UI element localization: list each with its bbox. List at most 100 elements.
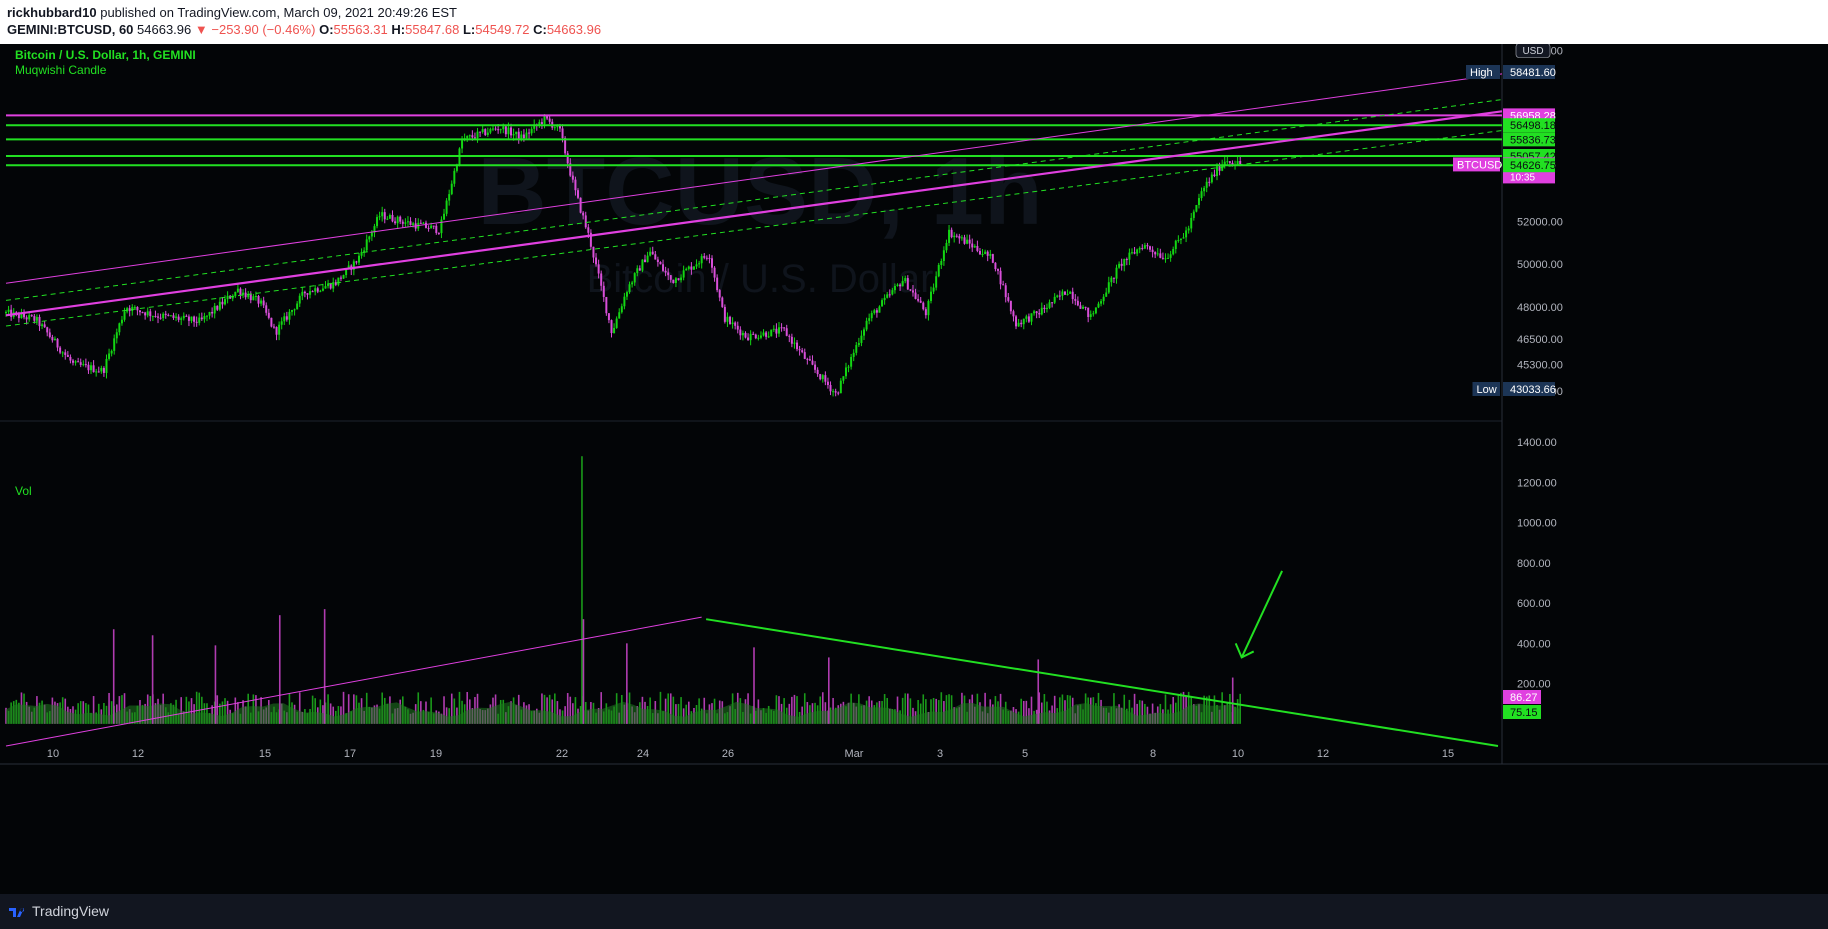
candle-body — [216, 305, 219, 310]
candle-body — [1141, 248, 1144, 250]
candle-body — [298, 295, 301, 304]
candle-body — [110, 350, 113, 354]
candle-body — [1053, 296, 1056, 303]
candle-body — [97, 371, 100, 373]
time-tick-label: 10 — [1232, 748, 1244, 760]
candle-body — [819, 374, 822, 380]
volume-spike — [278, 615, 281, 724]
candle-body — [865, 320, 868, 330]
candle-body — [169, 315, 172, 317]
candle-body — [370, 232, 373, 237]
volume-tick-label: 600.00 — [1517, 598, 1551, 610]
candle-body — [968, 239, 971, 244]
candle-body — [734, 322, 737, 326]
candle-body — [1138, 248, 1141, 250]
candle-body — [87, 364, 90, 371]
candle-body — [870, 313, 873, 319]
candle-body — [1197, 198, 1200, 206]
candle-body — [922, 302, 925, 310]
price-tick-label: 52000.00 — [1517, 216, 1563, 228]
candle-body — [767, 336, 770, 338]
candle-body — [803, 352, 806, 359]
candle-body — [1174, 240, 1177, 249]
candle-body — [1058, 295, 1061, 297]
candle-body — [729, 316, 732, 324]
candle-body — [226, 295, 229, 300]
candle-body — [754, 334, 757, 339]
candle-body — [283, 316, 286, 322]
candle-body — [427, 227, 430, 229]
candle-body — [314, 288, 317, 292]
candle-body — [265, 305, 268, 313]
candle-body — [793, 342, 796, 344]
chart-canvas[interactable]: BTCUSD, 1hBitcoin / U.S. Dollar 60000.00… — [0, 44, 1828, 894]
candle-body — [198, 317, 201, 323]
candle-body — [540, 122, 543, 124]
watermark-name: Bitcoin / U.S. Dollar — [587, 257, 934, 301]
candle-body — [796, 342, 799, 350]
candle-body — [850, 356, 853, 367]
candle-body — [64, 352, 67, 355]
candle-body — [476, 131, 479, 139]
candle-body — [443, 213, 446, 220]
candle-body — [837, 392, 840, 394]
candle-body — [1002, 284, 1005, 286]
candle-body — [100, 367, 103, 372]
candle-body — [839, 380, 842, 394]
indicator-name: Muqwishi Candle — [15, 63, 107, 77]
candle-body — [917, 298, 920, 301]
candle-body — [698, 263, 701, 265]
candle-body — [146, 311, 149, 316]
candle-body — [59, 347, 62, 353]
candle-body — [1172, 248, 1175, 255]
candle-body — [901, 281, 904, 287]
candle-body — [899, 284, 902, 287]
candle-body — [1128, 252, 1131, 260]
candle-body — [577, 190, 580, 198]
candle-body — [123, 311, 126, 320]
candle-body — [399, 216, 402, 222]
candle-body — [1015, 316, 1018, 327]
candle-body — [832, 391, 835, 393]
candle-body — [543, 115, 546, 124]
candle-body — [986, 251, 989, 256]
chart-area[interactable]: BTCUSD, 1hBitcoin / U.S. Dollar 60000.00… — [0, 44, 1828, 894]
candle-body — [260, 300, 263, 304]
candle-body — [852, 352, 855, 357]
candle-body — [48, 332, 51, 338]
volume-tick-label: 400.00 — [1517, 638, 1551, 650]
candle-body — [821, 375, 824, 380]
candle-body — [597, 264, 600, 274]
candle-body — [412, 223, 415, 226]
candle-body — [834, 391, 837, 393]
candle-body — [582, 212, 585, 216]
candle-body — [74, 361, 77, 363]
candle-body — [1025, 316, 1028, 319]
time-tick-label: 12 — [1317, 748, 1329, 760]
candle-body — [203, 316, 206, 320]
candle-body — [772, 328, 775, 330]
tradingview-logo[interactable]: TradingView — [8, 903, 109, 919]
candle-body — [1149, 246, 1152, 250]
author-name[interactable]: rickhubbard10 — [7, 5, 97, 20]
candle-body — [726, 316, 729, 322]
volume-tick-label: 200.00 — [1517, 679, 1551, 691]
candle-body — [1192, 211, 1195, 218]
candle-body — [1120, 263, 1123, 266]
candle-body — [306, 293, 309, 295]
candle-body — [806, 358, 809, 360]
candle-body — [669, 275, 672, 280]
candle-body — [437, 232, 440, 234]
candle-body — [517, 131, 520, 140]
time-tick-label: 10 — [47, 748, 59, 760]
candle-body — [51, 337, 54, 341]
candle-body — [636, 268, 639, 274]
candle-body — [857, 342, 860, 346]
candle-body — [368, 236, 371, 240]
annotation-arrow-shaft — [1240, 570, 1283, 658]
candle-body — [440, 219, 443, 234]
candle-body — [115, 332, 118, 339]
candle-body — [759, 335, 762, 338]
candle-body — [33, 316, 36, 321]
low-label: L: — [462, 22, 476, 37]
